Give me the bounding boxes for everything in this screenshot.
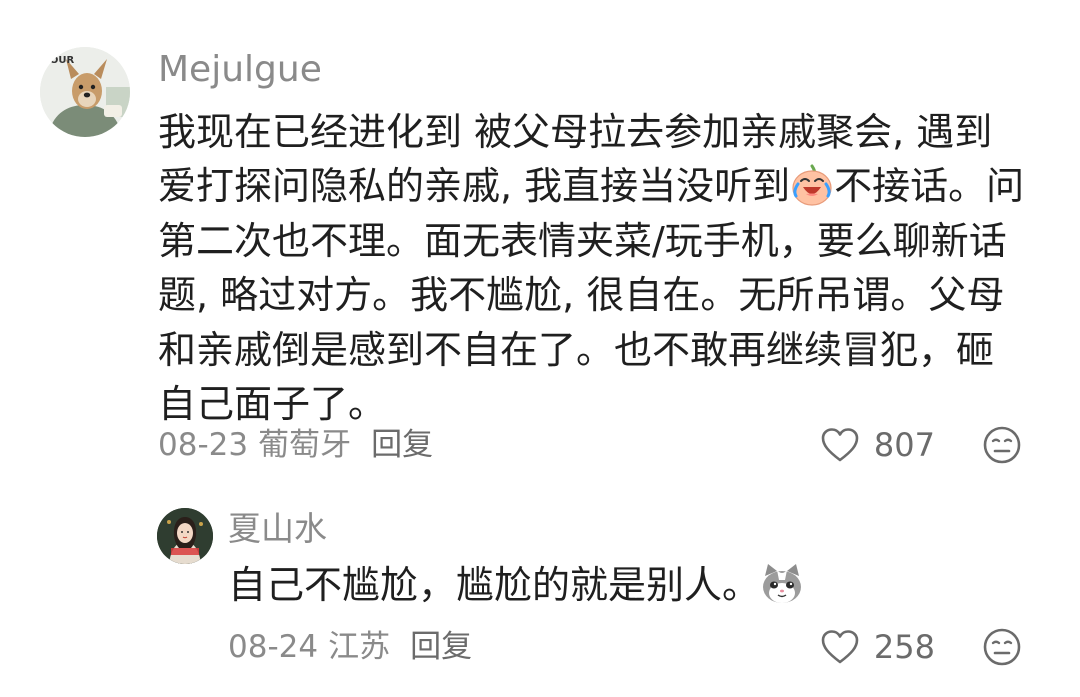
comment-date: 08-23 (158, 427, 249, 463)
reply-date: 08-24 (228, 629, 319, 665)
comment-text-segment: 不接话。问 (834, 164, 1025, 209)
reply-text-segment: 自己不尴尬，尴尬的就是别人。 (228, 563, 761, 607)
reply-item: 夏山水 自己不尴尬，尴尬的就是别人。 08-24 江苏 回复 258 (0, 490, 1080, 697)
reply-button[interactable]: 回复 (410, 629, 472, 665)
like-count: 807 (873, 426, 935, 464)
user-avatar[interactable] (157, 508, 213, 564)
comment-text-segment: 爱打探问隐私的亲戚, 我直接当没听到 (158, 164, 791, 209)
comment-text-line: 爱打探问隐私的亲戚, 我直接当没听到 不接话。问 (158, 159, 1048, 213)
meh-face-icon (982, 425, 1022, 465)
heart-icon (820, 629, 860, 665)
dislike-button[interactable] (982, 425, 1022, 465)
laughing-crying-emoji-icon (790, 163, 834, 207)
cat-face-emoji-icon (760, 562, 804, 606)
comment-item: YOUR Mejulgue 我现在已经进化到 被父母拉去参加亲戚聚会, 遇到 爱… (0, 0, 1080, 480)
comment-username[interactable]: Mejulgue (158, 46, 322, 94)
comment-text-line: 题, 略过对方。我不尴尬, 很自在。无所吊谓。父母 (158, 273, 1005, 318)
comment-text-line: 我现在已经进化到 被父母拉去参加亲戚聚会, 遇到 (158, 110, 993, 154)
like-count: 258 (873, 628, 935, 666)
comment-text-line: 第二次也不理。面无表情夹菜/玩手机，要么聊新话 (158, 218, 1007, 263)
dislike-button[interactable] (982, 627, 1022, 667)
like-button[interactable]: 258 (820, 622, 935, 672)
like-button[interactable]: 807 (820, 420, 935, 470)
meh-face-icon (982, 627, 1022, 667)
comment-text: 我现在已经进化到 被父母拉去参加亲戚聚会, 遇到 爱打探问隐私的亲戚, 我直接当… (158, 105, 1048, 431)
comment-location: 葡萄牙 (258, 427, 352, 463)
reply-text: 自己不尴尬，尴尬的就是别人。 (228, 558, 804, 612)
reply-button[interactable]: 回复 (371, 427, 433, 463)
comment-text-line: 和亲戚倒是感到不自在了。也不敢再继续冒犯，砸 (158, 327, 995, 372)
user-avatar[interactable]: YOUR (40, 47, 130, 137)
reply-username[interactable]: 夏山水 (228, 506, 327, 552)
comment-meta: 08-23 葡萄牙 回复 (158, 420, 433, 470)
heart-icon (820, 427, 860, 463)
reply-location: 江苏 (328, 629, 391, 665)
reply-meta: 08-24 江苏 回复 (228, 622, 472, 672)
svg-text:YOUR: YOUR (42, 55, 75, 66)
dog-avatar-icon: YOUR (40, 47, 130, 137)
character-avatar-icon (157, 508, 213, 564)
